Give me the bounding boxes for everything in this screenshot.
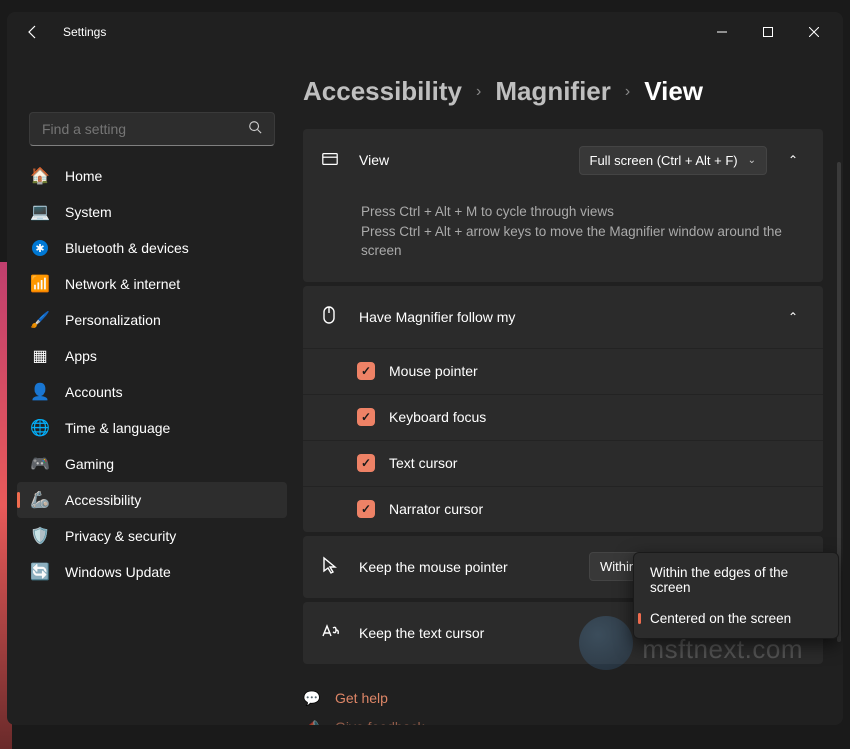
nav-label: Network & internet — [65, 276, 180, 292]
nav-accessibility[interactable]: 🦾 Accessibility — [17, 482, 287, 518]
nav-apps[interactable]: ▦ Apps — [17, 338, 287, 374]
breadcrumb-view: View — [644, 76, 703, 107]
minimize-icon — [717, 27, 727, 37]
checkbox-checked-icon[interactable]: ✓ — [357, 362, 375, 380]
search-icon — [248, 120, 262, 139]
view-help-text: Press Ctrl + Alt + M to cycle through vi… — [303, 191, 823, 282]
update-icon: 🔄 — [31, 563, 49, 581]
nav-time-language[interactable]: 🌐 Time & language — [17, 410, 287, 446]
flyout-option-edges[interactable]: Within the edges of the screen — [634, 557, 838, 603]
option-label: Text cursor — [389, 455, 457, 471]
nav-windows-update[interactable]: 🔄 Windows Update — [17, 554, 287, 590]
view-label: View — [359, 152, 579, 168]
window-controls — [699, 16, 837, 48]
checkbox-checked-icon[interactable]: ✓ — [357, 500, 375, 518]
give-feedback-link[interactable]: 📣Give feedback — [303, 713, 823, 725]
dropdown-value: Full screen (Ctrl + Alt + F) — [590, 153, 738, 168]
clock-globe-icon: 🌐 — [31, 419, 49, 437]
settings-window: Settings 🏠 Home 💻 System ✱ Bluetooth & devi… — [7, 12, 843, 725]
nav-label: Bluetooth & devices — [65, 240, 189, 256]
collapse-button[interactable]: ⌃ — [781, 153, 805, 167]
follow-narrator-cursor[interactable]: ✓ Narrator cursor — [303, 486, 823, 532]
chevron-right-icon: › — [476, 83, 481, 101]
minimize-button[interactable] — [699, 16, 745, 48]
nav-system[interactable]: 💻 System — [17, 194, 287, 230]
sidebar: 🏠 Home 💻 System ✱ Bluetooth & devices 📶 Netw… — [7, 52, 297, 725]
close-button[interactable] — [791, 16, 837, 48]
maximize-icon — [763, 27, 773, 37]
mouse-icon — [321, 305, 341, 328]
accessibility-icon: 🦾 — [31, 491, 49, 509]
nav-home[interactable]: 🏠 Home — [17, 158, 287, 194]
nav-label: Accessibility — [65, 492, 141, 508]
checkbox-checked-icon[interactable]: ✓ — [357, 408, 375, 426]
footer-links: 💬Get help 📣Give feedback — [303, 684, 823, 725]
main-content: Accessibility › Magnifier › View View Fu… — [297, 52, 843, 725]
chevron-right-icon: › — [625, 83, 630, 101]
apps-icon: ▦ — [31, 347, 49, 365]
view-dropdown[interactable]: Full screen (Ctrl + Alt + F) ⌄ — [579, 146, 767, 175]
nav-list: 🏠 Home 💻 System ✱ Bluetooth & devices 📶 Netw… — [13, 158, 291, 590]
option-label: Narrator cursor — [389, 501, 483, 517]
nav-label: Apps — [65, 348, 97, 364]
nav-label: Accounts — [65, 384, 123, 400]
search-box[interactable] — [29, 112, 275, 146]
close-icon — [809, 27, 819, 37]
breadcrumb-accessibility[interactable]: Accessibility — [303, 76, 462, 107]
view-icon — [321, 150, 341, 171]
nav-network[interactable]: 📶 Network & internet — [17, 266, 287, 302]
view-card: View Full screen (Ctrl + Alt + F) ⌄ ⌃ Pr… — [303, 129, 823, 282]
chevron-down-icon: ⌄ — [748, 155, 756, 166]
nav-label: Home — [65, 168, 102, 184]
nav-label: Time & language — [65, 420, 170, 436]
nav-label: Gaming — [65, 456, 114, 472]
option-label: Keyboard focus — [389, 409, 486, 425]
follow-text-cursor[interactable]: ✓ Text cursor — [303, 440, 823, 486]
home-icon: 🏠 — [31, 167, 49, 185]
nav-gaming[interactable]: 🎮 Gaming — [17, 446, 287, 482]
system-icon: 💻 — [31, 203, 49, 221]
breadcrumb-magnifier[interactable]: Magnifier — [495, 76, 611, 107]
option-label: Mouse pointer — [389, 363, 478, 379]
dropdown-flyout: Within the edges of the screen Centered … — [633, 552, 839, 639]
nav-privacy[interactable]: 🛡️ Privacy & security — [17, 518, 287, 554]
bluetooth-icon: ✱ — [31, 239, 49, 257]
nav-label: Personalization — [65, 312, 161, 328]
view-row[interactable]: View Full screen (Ctrl + Alt + F) ⌄ ⌃ — [303, 129, 823, 191]
app-title: Settings — [63, 25, 106, 39]
nav-label: Privacy & security — [65, 528, 176, 544]
feedback-icon: 📣 — [303, 719, 321, 725]
breadcrumb: Accessibility › Magnifier › View — [303, 76, 823, 107]
get-help-link[interactable]: 💬Get help — [303, 684, 823, 713]
wifi-icon: 📶 — [31, 275, 49, 293]
arrow-left-icon — [25, 24, 41, 40]
nav-bluetooth[interactable]: ✱ Bluetooth & devices — [17, 230, 287, 266]
follow-mouse-pointer[interactable]: ✓ Mouse pointer — [303, 348, 823, 394]
collapse-button[interactable]: ⌃ — [781, 310, 805, 324]
brush-icon: 🖌️ — [31, 311, 49, 329]
search-input[interactable] — [42, 121, 248, 137]
help-icon: 💬 — [303, 690, 321, 707]
follow-row[interactable]: Have Magnifier follow my ⌃ — [303, 286, 823, 348]
nav-label: Windows Update — [65, 564, 171, 580]
back-button[interactable] — [13, 12, 53, 52]
checkbox-checked-icon[interactable]: ✓ — [357, 454, 375, 472]
nav-accounts[interactable]: 👤 Accounts — [17, 374, 287, 410]
follow-label: Have Magnifier follow my — [359, 309, 767, 325]
follow-card: Have Magnifier follow my ⌃ ✓ Mouse pointe… — [303, 286, 823, 532]
gamepad-icon: 🎮 — [31, 455, 49, 473]
titlebar: Settings — [7, 12, 843, 52]
person-icon: 👤 — [31, 383, 49, 401]
maximize-button[interactable] — [745, 16, 791, 48]
watermark-globe-icon — [579, 616, 633, 670]
shield-icon: 🛡️ — [31, 527, 49, 545]
nav-label: System — [65, 204, 112, 220]
text-cursor-icon — [321, 623, 341, 642]
follow-keyboard-focus[interactable]: ✓ Keyboard focus — [303, 394, 823, 440]
flyout-option-centered[interactable]: Centered on the screen — [634, 603, 838, 634]
mouse-pointer-label: Keep the mouse pointer — [359, 559, 589, 575]
nav-personalization[interactable]: 🖌️ Personalization — [17, 302, 287, 338]
cursor-icon — [321, 556, 341, 577]
